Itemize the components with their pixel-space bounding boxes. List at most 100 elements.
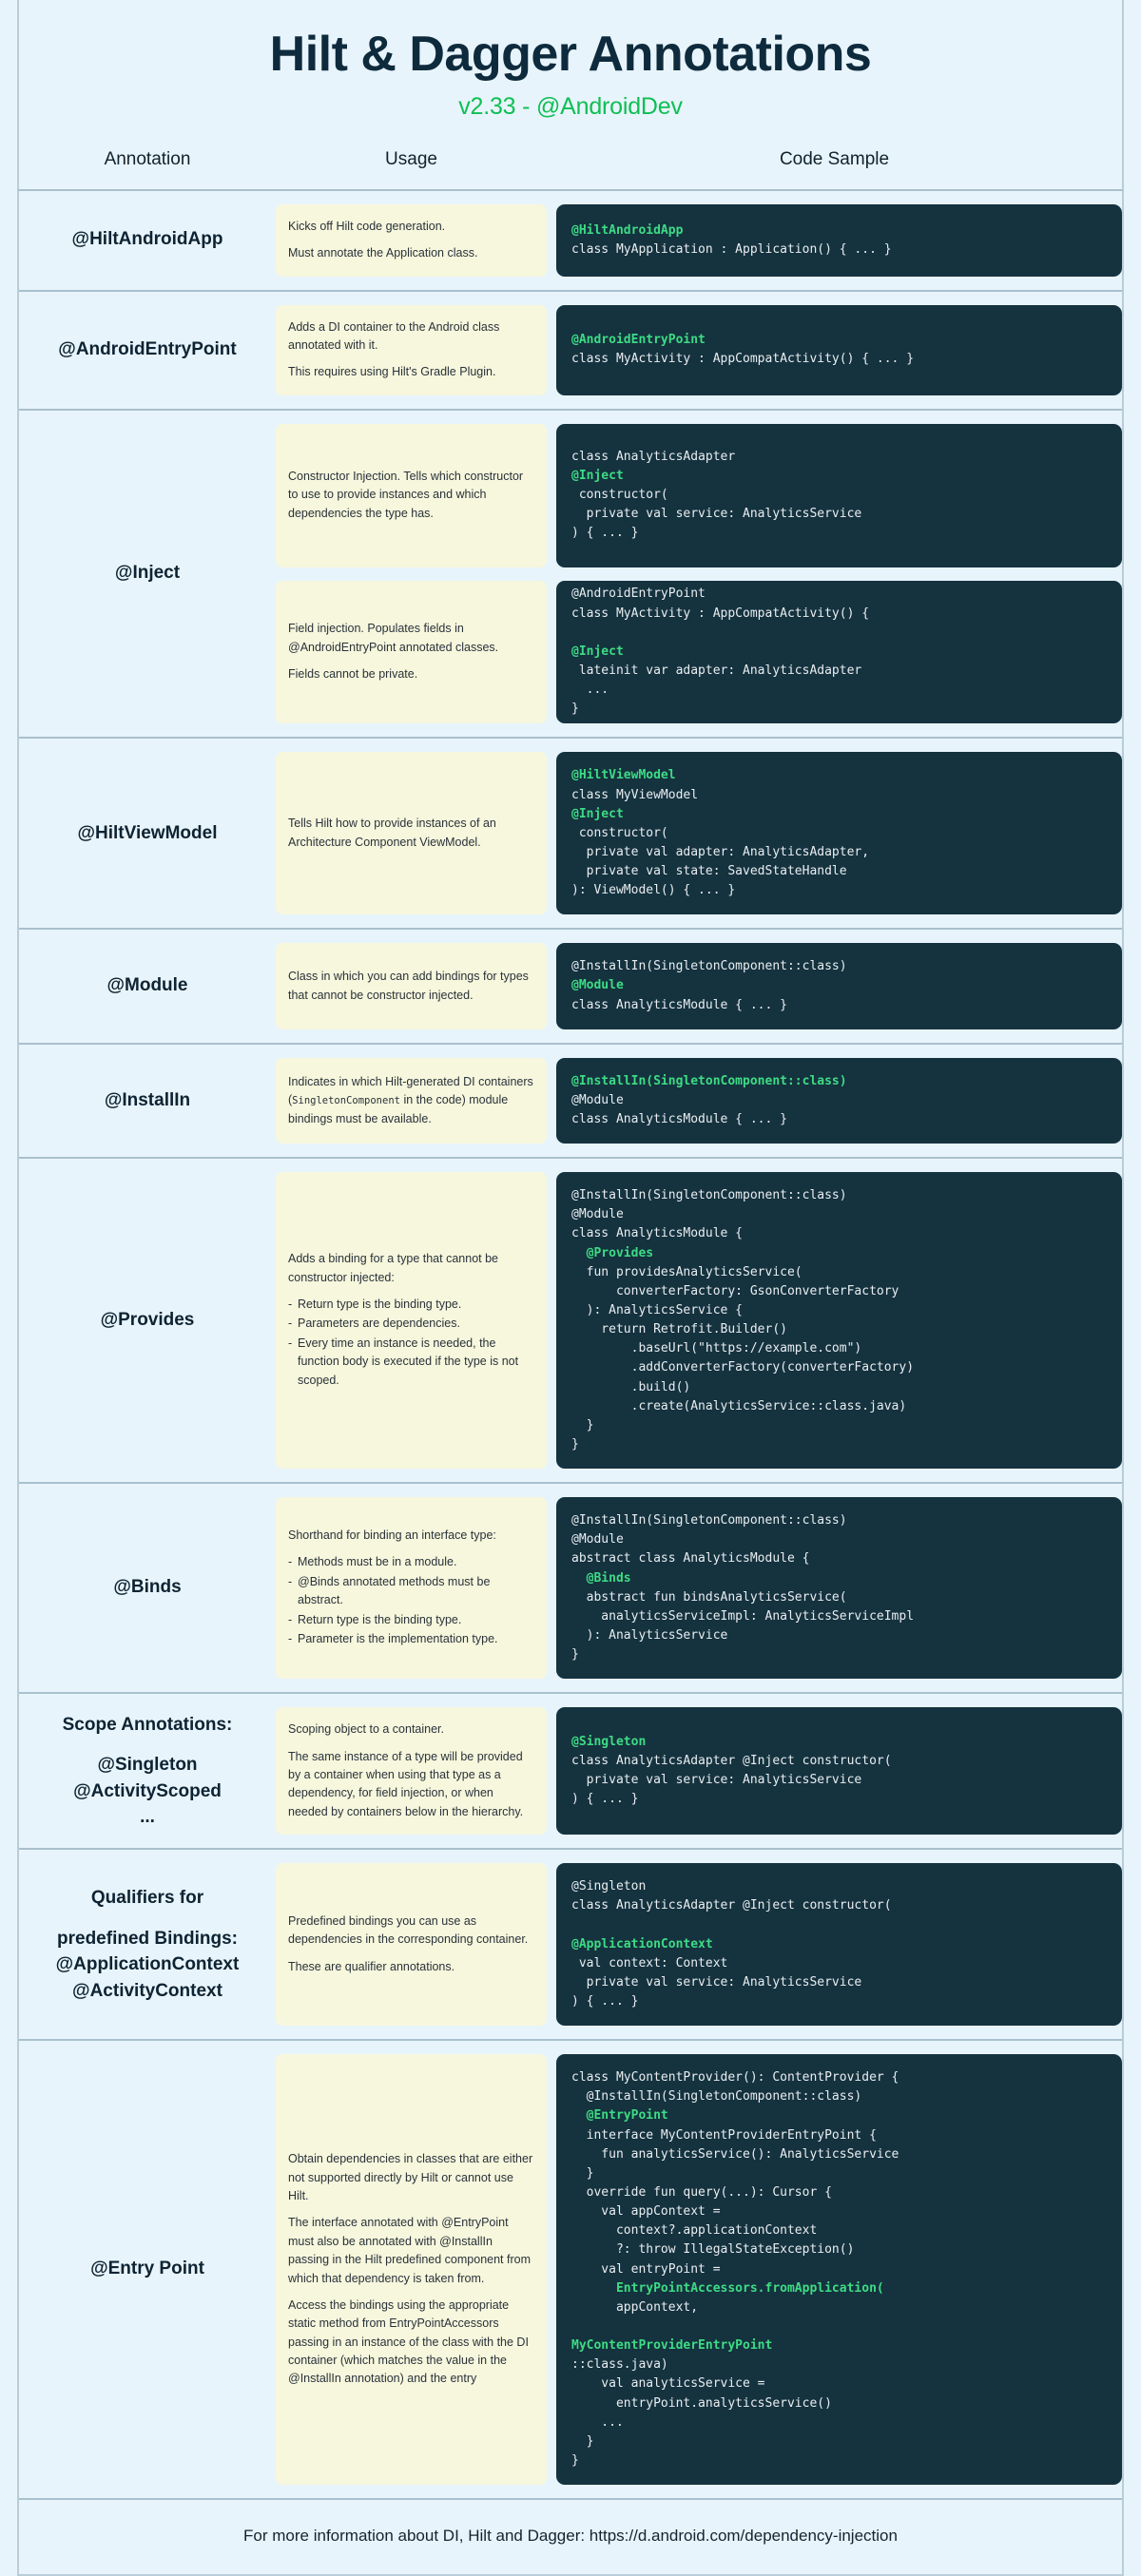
usage-paragraph: This requires using Hilt's Gradle Plugin… xyxy=(288,365,496,379)
code-sample-cell: @InstallIn(SingletonComponent::class) @M… xyxy=(547,1493,1122,1682)
table-row: @HiltAndroidApp Kicks off Hilt code gener… xyxy=(19,191,1122,292)
usage-cell: Adds a DI container to the Android class… xyxy=(276,301,547,399)
code-annotation-token: @Inject xyxy=(571,644,624,659)
table-row: Qualifiers for predefined Bindings: @Appli… xyxy=(19,1850,1122,2042)
code-token: class MyActivity : AppCompatActivity() { xyxy=(571,606,870,621)
code-token: val analyticsService = xyxy=(571,2376,765,2392)
usage-bullet-item: Parameters are dependencies. xyxy=(288,1315,534,1334)
code-token: appContext, xyxy=(571,2299,699,2315)
code-block: @HiltViewModel class MyViewModel @Inject… xyxy=(556,752,1122,915)
annotation-name-cell: @InstallIn xyxy=(19,1054,276,1147)
annotation-name-cell: Scope Annotations: @Singleton @ActivitySco… xyxy=(19,1703,276,1838)
code-token: context?.applicationContext xyxy=(571,2223,818,2239)
code-token: class AnalyticsModule { xyxy=(571,1226,744,1241)
code-token: constructor( xyxy=(571,825,668,840)
code-sample-cell: class MyContentProvider(): ContentProvid… xyxy=(547,2050,1122,2489)
column-header-usage: Usage xyxy=(385,148,437,169)
annotation-label: @Entry Point xyxy=(90,2259,204,2279)
usage-box: Scoping object to a container. The same i… xyxy=(276,1707,547,1836)
code-token: class MyApplication : Application() { ..… xyxy=(571,241,892,257)
table-row: @Provides Adds a binding for a type that … xyxy=(19,1159,1122,1485)
code-token: } xyxy=(571,2165,594,2181)
usage-paragraph: Scoping object to a container. xyxy=(288,1722,445,1737)
usage-paragraph: Adds a binding for a type that cannot be… xyxy=(288,1252,498,1284)
table-row: @Inject Constructor Injection. Tells whic… xyxy=(19,411,1122,740)
usage-bullet-item: Parameter is the implementation type. xyxy=(288,1630,534,1649)
code-token: ): ViewModel() { ... } xyxy=(571,883,736,898)
code-token: .build() xyxy=(571,1379,691,1394)
code-token: .addConverterFactory(converterFactory) xyxy=(571,1360,915,1375)
usage-paragraph: Class in which you can add bindings for … xyxy=(288,970,529,1002)
code-token: fun providesAnalyticsService( xyxy=(571,1264,803,1279)
code-token: @InstallIn(SingletonComponent::class) xyxy=(571,1188,847,1203)
table-row: @AndroidEntryPoint Adds a DI container to… xyxy=(19,292,1122,411)
code-token: return Retrofit.Builder() xyxy=(571,1322,787,1337)
usage-box: Field injection. Populates fields in @An… xyxy=(276,580,547,724)
usage-bullet-item: @Binds annotated methods must be abstrac… xyxy=(288,1573,534,1610)
code-block: @InstallIn(SingletonComponent::class) @M… xyxy=(556,1172,1122,1470)
usage-paragraph: Obtain dependencies in classes that are … xyxy=(288,2152,533,2203)
annotation-sub-label: predefined Bindings: xyxy=(57,1928,238,1949)
annotation-name-cell: @HiltViewModel xyxy=(19,748,276,918)
usage-paragraph: Constructor Injection. Tells which const… xyxy=(288,470,524,520)
table-row: @Binds Shorthand for binding an interface… xyxy=(19,1484,1122,1695)
code-annotation-token: @Binds xyxy=(571,1570,631,1586)
code-token: class AnalyticsAdapter @Inject construct… xyxy=(571,1754,892,1769)
code-token: converterFactory: GsonConverterFactory xyxy=(571,1283,899,1298)
usage-cell: Obtain dependencies in classes that are … xyxy=(276,2050,547,2489)
table-column-headers: Annotation Usage Code Sample xyxy=(17,127,1124,191)
annotation-label: @HiltAndroidApp xyxy=(71,229,223,250)
usage-inline-code: SingletonComponent xyxy=(292,1095,400,1107)
usage-box: Kicks off Hilt code generation. Must anno… xyxy=(276,203,547,277)
code-token: } xyxy=(571,2452,579,2468)
usage-cell: Constructor Injection. Tells which const… xyxy=(276,420,547,728)
code-annotation-token: MyContentProviderEntryPoint xyxy=(571,2338,773,2354)
page-subtitle: v2.33 - @AndroidDev xyxy=(458,92,683,120)
usage-paragraph: Must annotate the Application class. xyxy=(288,246,478,260)
usage-cell: Shorthand for binding an interface type:… xyxy=(276,1493,547,1682)
annotation-name-cell: @AndroidEntryPoint xyxy=(19,301,276,399)
usage-box: Shorthand for binding an interface type:… xyxy=(276,1497,547,1680)
code-token: interface MyContentProviderEntryPoint { xyxy=(571,2127,877,2143)
annotation-label: @Module xyxy=(106,975,188,996)
table-row: @Module Class in which you can add bindin… xyxy=(19,930,1122,1045)
usage-cell: Predefined bindings you can use as depen… xyxy=(276,1859,547,2029)
code-token: .baseUrl("https://example.com") xyxy=(571,1341,862,1356)
code-token: } xyxy=(571,702,579,717)
code-token: val context: Context xyxy=(571,1955,728,1970)
usage-paragraph: The same instance of a type will be prov… xyxy=(288,1749,524,1818)
usage-bullet-item: Return type is the binding type. xyxy=(288,1611,534,1630)
usage-cell: Scoping object to a container. The same i… xyxy=(276,1703,547,1838)
code-sample-cell: @HiltViewModel class MyViewModel @Inject… xyxy=(547,748,1122,918)
column-header-annotation: Annotation xyxy=(104,148,191,169)
code-sample-cell: class AnalyticsAdapter @Inject construct… xyxy=(547,420,1122,728)
code-token: val appContext = xyxy=(571,2204,721,2220)
usage-box: Constructor Injection. Tells which const… xyxy=(276,423,547,567)
code-annotation-token: @AndroidEntryPoint xyxy=(571,332,706,347)
usage-box: Tells Hilt how to provide instances of a… xyxy=(276,752,547,915)
usage-paragraph: Fields cannot be private. xyxy=(288,667,418,682)
code-token: abstract fun bindsAnalyticsService( xyxy=(571,1589,847,1605)
annotation-name-cell: @Inject xyxy=(19,420,276,728)
annotation-label: Scope Annotations: xyxy=(62,1714,233,1735)
usage-paragraph: Adds a DI container to the Android class… xyxy=(288,319,500,352)
code-annotation-token: EntryPointAccessors.fromApplication( xyxy=(571,2280,884,2296)
code-token: @Singleton xyxy=(571,1879,647,1894)
usage-paragraph: Tells Hilt how to provide instances of a… xyxy=(288,817,496,849)
code-annotation-token: @HiltAndroidApp xyxy=(571,222,684,238)
code-annotation-token: @Provides xyxy=(571,1245,654,1260)
code-token: private val service: AnalyticsService xyxy=(571,1773,862,1788)
code-sample-cell: @Singleton class AnalyticsAdapter @Injec… xyxy=(547,1859,1122,2029)
usage-paragraph: The interface annotated with @EntryPoint… xyxy=(288,2216,532,2285)
page-header: Hilt & Dagger Annotations v2.33 - @Andro… xyxy=(17,0,1124,128)
code-token: ?: throw IllegalStateException() xyxy=(571,2242,855,2258)
annotation-name-cell: Qualifiers for predefined Bindings: @Appli… xyxy=(19,1859,276,2029)
code-token: } xyxy=(571,1417,594,1432)
usage-paragraph: Kicks off Hilt code generation. xyxy=(288,219,446,233)
code-token: @Module xyxy=(571,1092,624,1107)
usage-box: Adds a binding for a type that cannot be… xyxy=(276,1172,547,1470)
code-sample-cell: @AndroidEntryPoint class MyActivity : Ap… xyxy=(547,301,1122,399)
code-token: lateinit var adapter: AnalyticsAdapter xyxy=(571,663,862,679)
